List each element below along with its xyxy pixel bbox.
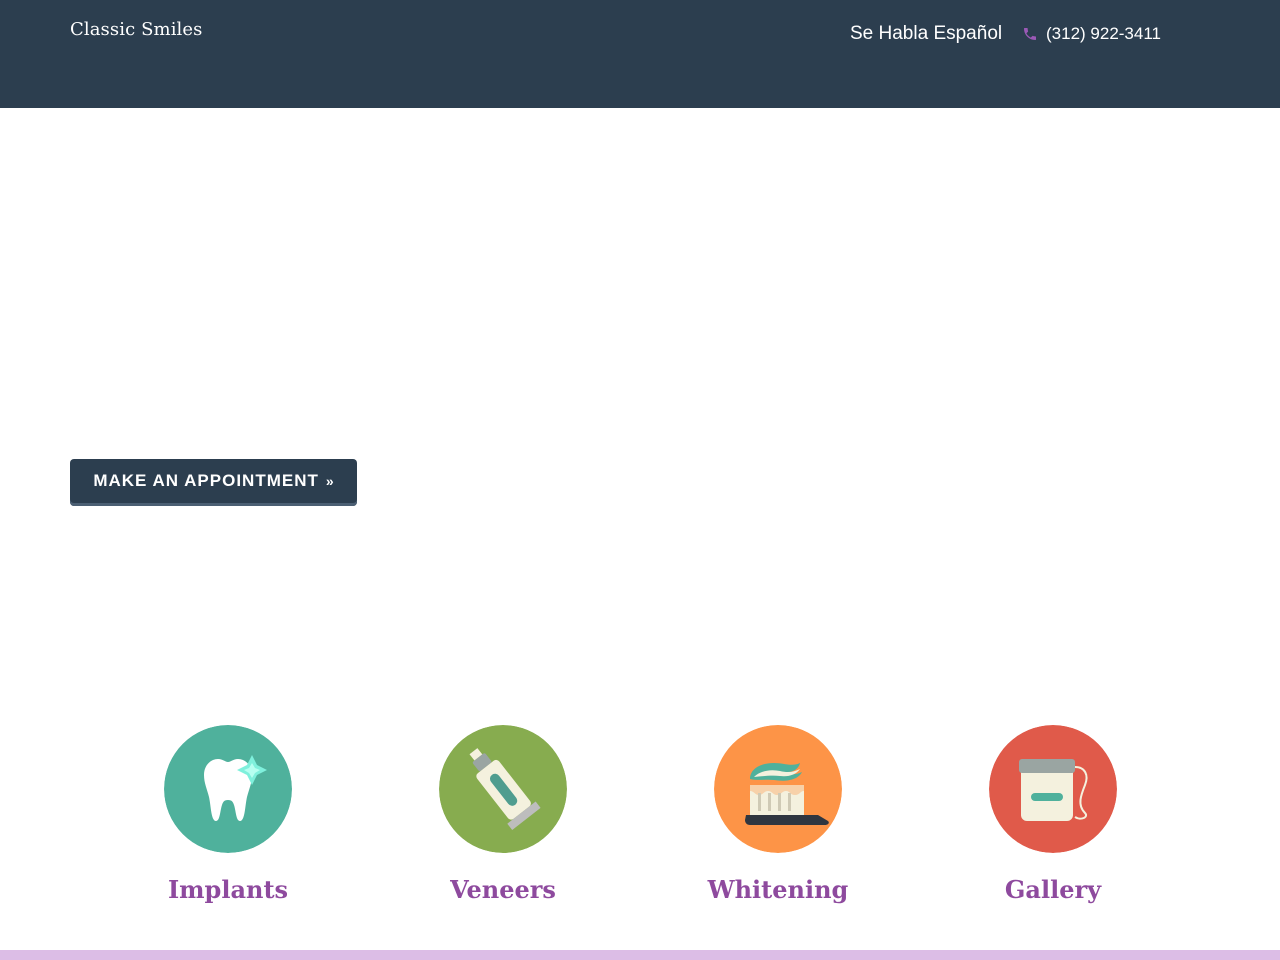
service-label: Gallery [1004,875,1102,904]
footer-strip [0,950,1280,960]
phone-number: (312) 922-3411 [1046,24,1161,43]
sparkling-tooth-icon [164,725,292,853]
toothpaste-tube-icon [439,725,567,853]
make-appointment-button[interactable]: Make an Appointment » [70,459,357,506]
dental-floss-icon [989,725,1117,853]
make-appointment-label: Make an Appointment [93,471,319,490]
brand-logo-link[interactable]: Classic Smiles [70,19,203,40]
service-label: Whitening [707,875,849,904]
toothbrush-icon [714,725,842,853]
spanish-language-link[interactable]: Se Habla Español [850,23,1002,45]
phone-icon [1022,26,1038,42]
service-label: Implants [167,875,289,904]
double-chevron-right-icon: » [325,473,334,489]
site-header: Classic Smiles Se Habla Español (312) 92… [0,0,1280,108]
service-label: Veneers [450,875,556,904]
phone-link[interactable]: (312) 922-3411 [1022,22,1161,46]
